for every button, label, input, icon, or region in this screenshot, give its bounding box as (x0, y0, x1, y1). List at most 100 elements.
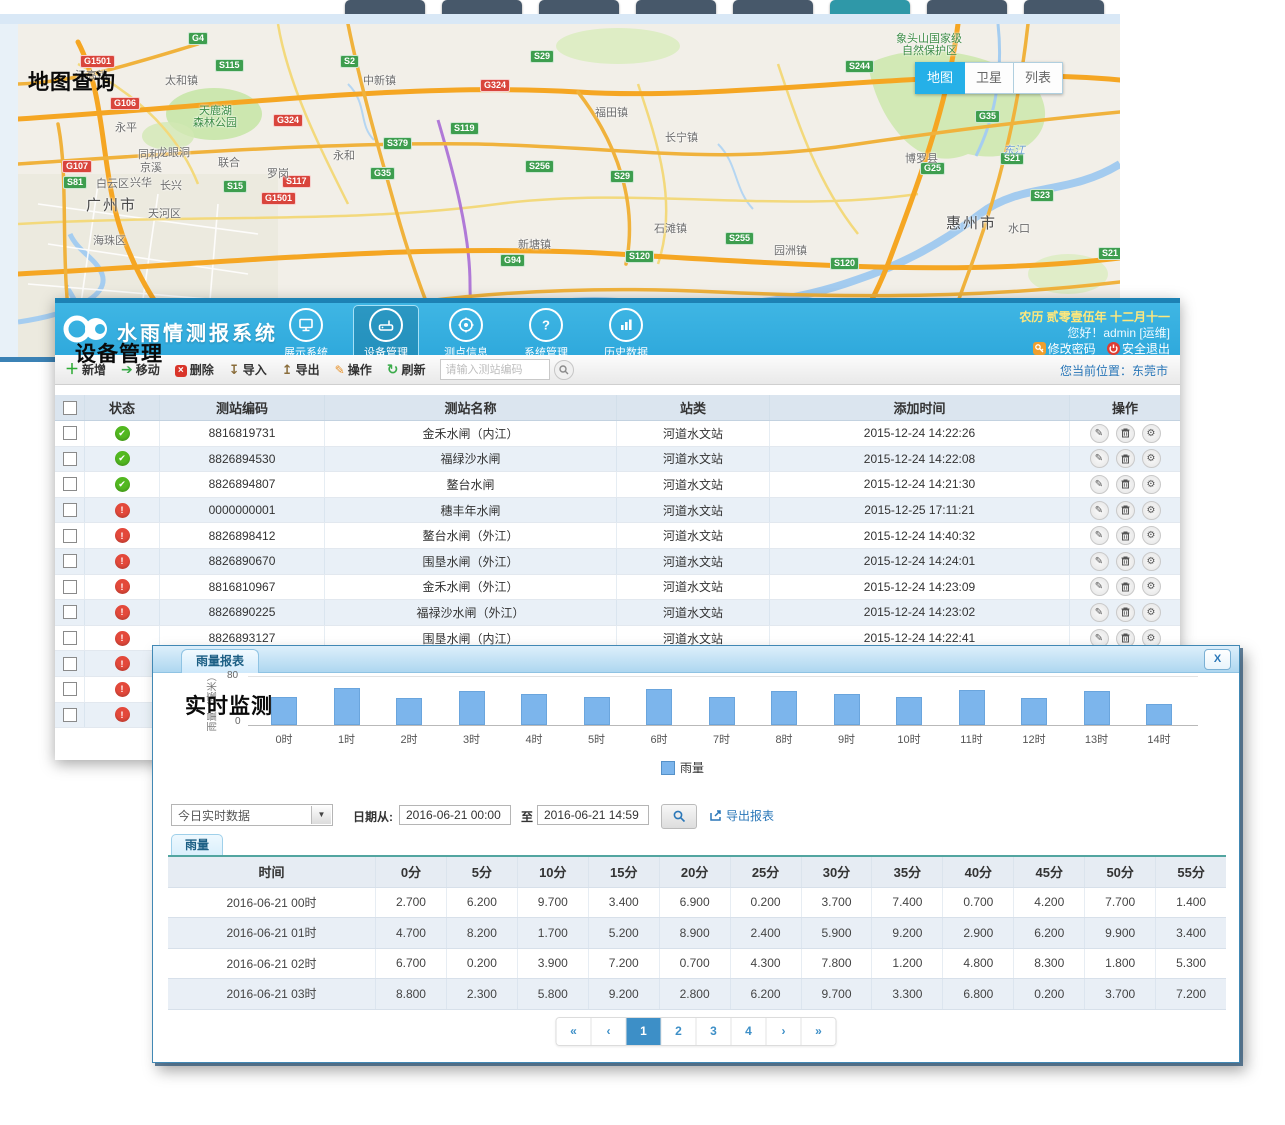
status-alarm-icon: ! (115, 579, 130, 594)
page-3[interactable]: 3 (697, 1018, 732, 1045)
gear-icon[interactable]: ⚙ (1142, 603, 1161, 622)
select-all-checkbox[interactable] (63, 401, 77, 415)
close-icon[interactable]: X (1204, 649, 1231, 670)
row-checkbox[interactable] (63, 426, 77, 440)
trash-icon[interactable] (1116, 552, 1135, 571)
value-cell: 1.400 (1156, 888, 1226, 918)
change-password-link[interactable]: 修改密码 (1033, 342, 1096, 356)
gear-icon[interactable]: ⚙ (1142, 424, 1161, 443)
column-header: 55分 (1156, 857, 1226, 887)
row-checkbox[interactable] (63, 554, 77, 568)
page-first[interactable]: « (557, 1018, 592, 1045)
nav-item-历史数据[interactable]: 历史数据 (593, 305, 659, 362)
edit-icon[interactable]: ✎ (1090, 449, 1109, 468)
status-cell: ! (85, 600, 160, 625)
nav-item-设备管理[interactable]: 设备管理 (353, 305, 419, 362)
target-icon (449, 308, 483, 342)
edit-icon[interactable]: ✎ (1090, 475, 1109, 494)
export-report-link[interactable]: 导出报表 (709, 807, 774, 824)
user-greeting: 您好！admin [运维] (1019, 325, 1170, 341)
gear-icon[interactable]: ⚙ (1142, 501, 1161, 520)
query-button[interactable] (661, 804, 697, 829)
row-checkbox[interactable] (63, 452, 77, 466)
edit-icon[interactable]: ✎ (1090, 526, 1109, 545)
status-cell: ! (85, 626, 160, 651)
edit-icon[interactable]: ✎ (1090, 603, 1109, 622)
edit-icon[interactable]: ✎ (1090, 552, 1109, 571)
toolbar-button-导入[interactable]: ↧导入 (229, 361, 267, 378)
logout-link[interactable]: 安全退出 (1107, 342, 1170, 356)
page-1[interactable]: 1 (627, 1018, 662, 1045)
x-tick-label: 2时 (400, 731, 417, 747)
trash-icon[interactable] (1116, 475, 1135, 494)
page-last[interactable]: » (802, 1018, 836, 1045)
toolbar-button-刷新[interactable]: ↻刷新 (387, 361, 426, 378)
search-icon[interactable] (554, 360, 574, 380)
value-cell: 7.400 (872, 888, 943, 918)
chart-bar (521, 694, 547, 725)
edit-icon[interactable]: ✎ (1090, 424, 1109, 443)
row-checkbox[interactable] (63, 631, 77, 645)
row-checkbox[interactable] (63, 477, 77, 491)
nav-item-系统管理[interactable]: ?系统管理 (513, 305, 579, 362)
value-cell: 1.700 (518, 918, 589, 948)
page-next[interactable]: › (767, 1018, 802, 1045)
dialog-tab-rain-report[interactable]: 雨量报表 (181, 649, 259, 673)
toolbar-button-删除[interactable]: ×删除 (175, 361, 214, 378)
trash-icon[interactable] (1116, 577, 1135, 596)
date-from-field[interactable] (399, 805, 511, 825)
trash-icon[interactable] (1116, 526, 1135, 545)
row-checkbox[interactable] (63, 708, 77, 722)
row-checkbox-cell (55, 677, 85, 702)
trash-icon[interactable] (1116, 449, 1135, 468)
page-4[interactable]: 4 (732, 1018, 767, 1045)
page-2[interactable]: 2 (662, 1018, 697, 1045)
date-to-separator: 至 (521, 808, 533, 825)
row-checkbox[interactable] (63, 529, 77, 543)
map-left-strip (0, 24, 18, 357)
chart-bar (334, 688, 360, 725)
gear-icon[interactable]: ⚙ (1142, 552, 1161, 571)
station-search-input[interactable] (440, 359, 550, 380)
status-cell: ✔ (85, 472, 160, 497)
row-checkbox[interactable] (63, 605, 77, 619)
toolbar-button-导出[interactable]: ↥导出 (282, 361, 320, 378)
date-to-field[interactable] (537, 805, 649, 825)
gear-icon[interactable]: ⚙ (1142, 475, 1161, 494)
station-code-cell: 8816810967 (160, 575, 325, 600)
row-checkbox[interactable] (63, 580, 77, 594)
value-cell: 7.200 (589, 949, 660, 979)
road-badge: G4 (188, 32, 208, 45)
row-checkbox[interactable] (63, 657, 77, 671)
trash-icon[interactable] (1116, 424, 1135, 443)
trash-icon[interactable] (1116, 603, 1135, 622)
row-checkbox[interactable] (63, 503, 77, 517)
status-cell: ! (85, 575, 160, 600)
nav-item-测点信息[interactable]: 测点信息 (433, 305, 499, 362)
trash-icon[interactable] (1116, 501, 1135, 520)
added-time-cell: 2015-12-24 14:23:02 (770, 600, 1070, 625)
view-button-列表[interactable]: 列表 (1014, 62, 1063, 94)
gear-icon[interactable]: ⚙ (1142, 526, 1161, 545)
status-online-icon: ✔ (115, 451, 130, 466)
road-badge: S21 (1098, 247, 1120, 260)
page-prev[interactable]: ‹ (592, 1018, 627, 1045)
tab-rain[interactable]: 雨量 (171, 834, 223, 856)
value-cell: 5.900 (802, 918, 873, 948)
chevron-down-icon[interactable]: ▼ (311, 806, 331, 824)
toolbar-button-操作[interactable]: ✎操作 (335, 361, 372, 378)
row-checkbox[interactable] (63, 682, 77, 696)
view-button-地图[interactable]: 地图 (915, 62, 965, 94)
road-badge: S81 (63, 176, 87, 189)
edit-icon[interactable]: ✎ (1090, 577, 1109, 596)
nav-item-展示系统[interactable]: 展示系统 (273, 305, 339, 362)
operation-buttons: ✎⚙ (1090, 475, 1161, 494)
x-tick-label: 7时 (713, 731, 730, 747)
gear-icon[interactable]: ⚙ (1142, 449, 1161, 468)
status-cell: ! (85, 651, 160, 676)
gear-icon[interactable]: ⚙ (1142, 577, 1161, 596)
view-button-卫星[interactable]: 卫星 (965, 62, 1014, 94)
edit-icon[interactable]: ✎ (1090, 501, 1109, 520)
operation-cell: ✎⚙ (1070, 600, 1180, 625)
data-mode-select[interactable]: 今日实时数据 ▼ (171, 804, 333, 826)
